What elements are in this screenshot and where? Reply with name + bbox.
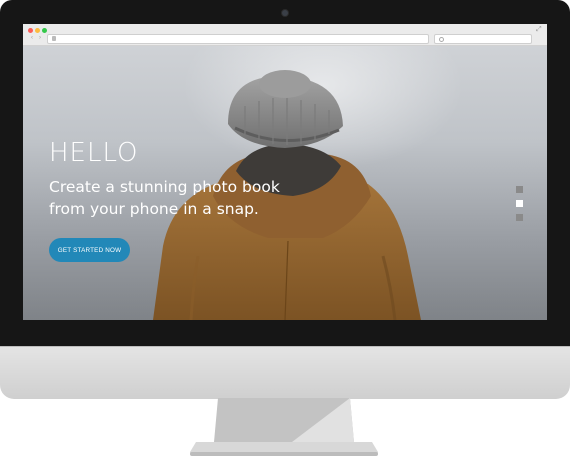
hero-subtitle: Create a stunning photo book from your p… [49, 178, 280, 218]
forward-arrow-icon[interactable]: › [37, 35, 43, 41]
monitor-screen: ‹ › ⤢ HELLO Create a stunning photo book… [23, 24, 547, 320]
browser-search-field[interactable] [434, 34, 532, 44]
zoom-dot-icon[interactable] [42, 28, 47, 33]
slide-pager [516, 186, 524, 228]
imac-monitor: ‹ › ⤢ HELLO Create a stunning photo book… [0, 0, 570, 399]
address-bar[interactable] [47, 34, 429, 44]
fullscreen-icon[interactable]: ⤢ [536, 26, 542, 33]
close-dot-icon[interactable] [28, 28, 33, 33]
hero-title: HELLO [49, 138, 139, 168]
lock-icon [52, 36, 56, 41]
minimize-dot-icon[interactable] [35, 28, 40, 33]
webcam-icon [282, 10, 288, 16]
hero-section: HELLO Create a stunning photo book from … [23, 46, 547, 320]
back-arrow-icon[interactable]: ‹ [29, 35, 35, 41]
browser-chrome: ‹ › ⤢ [23, 24, 547, 46]
slide-indicator-1[interactable] [516, 186, 523, 193]
monitor-chin [0, 346, 570, 399]
get-started-button[interactable]: GET STARTED NOW [49, 238, 130, 262]
search-icon [439, 37, 444, 42]
slide-indicator-2[interactable] [516, 200, 523, 207]
slide-indicator-3[interactable] [516, 214, 523, 221]
